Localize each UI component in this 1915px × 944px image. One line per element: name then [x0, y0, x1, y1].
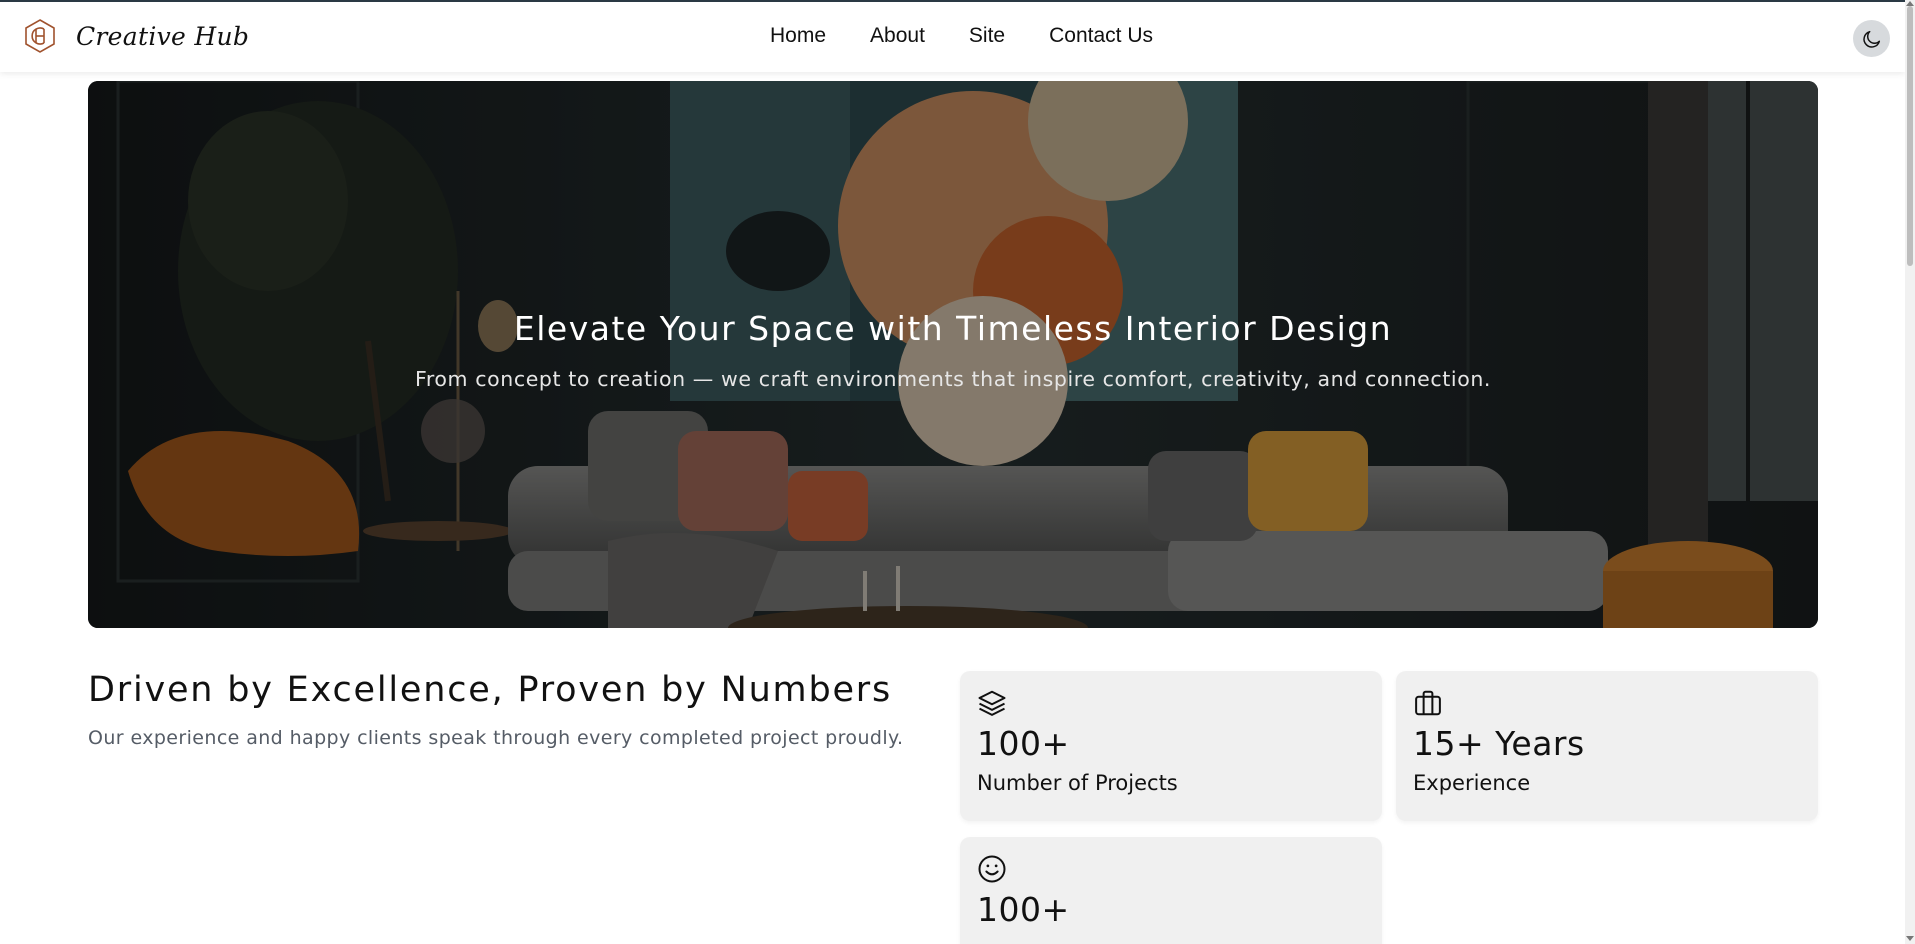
nav-link-home[interactable]: Home	[770, 24, 826, 48]
stat-value: 100+	[977, 890, 1070, 929]
main-nav: Home About Site Contact Us	[770, 24, 1153, 48]
stat-value: 100+	[977, 724, 1070, 763]
hero-subtitle: From concept to creation — we craft envi…	[414, 367, 1492, 391]
hero-title: Elevate Your Space with Timeless Interio…	[513, 309, 1393, 348]
hexagon-logo-icon	[25, 19, 55, 53]
brand-name: Creative Hub	[76, 21, 250, 51]
theme-toggle-button[interactable]	[1853, 20, 1890, 57]
smile-icon	[978, 855, 1006, 883]
page-scrollbar[interactable]	[1905, 0, 1915, 944]
stat-value: 15+ Years	[1413, 724, 1585, 763]
stats-subheading: Our experience and happy clients speak t…	[88, 727, 904, 749]
nav-link-about[interactable]: About	[870, 24, 925, 48]
stat-card-experience: 15+ Years Experience	[1396, 671, 1818, 821]
stat-card-projects: 100+ Number of Projects	[960, 671, 1382, 821]
nav-link-contact[interactable]: Contact Us	[1049, 24, 1153, 48]
hero-banner: Elevate Your Space with Timeless Interio…	[88, 81, 1818, 628]
briefcase-icon	[1415, 690, 1441, 716]
scroll-thumb[interactable]	[1907, 6, 1913, 266]
stat-label: Number of Projects	[977, 771, 1178, 795]
nav-link-site[interactable]: Site	[969, 24, 1005, 48]
moon-icon	[1862, 30, 1880, 48]
layers-icon	[978, 690, 1006, 716]
brand[interactable]: Creative Hub	[22, 18, 249, 54]
living-room-image	[88, 81, 1818, 628]
stat-card-clients: 100+	[960, 837, 1382, 944]
stat-label: Experience	[1413, 771, 1531, 795]
stats-heading: Driven by Excellence, Proven by Numbers	[88, 670, 893, 710]
navbar: Creative Hub Home About Site Contact Us	[0, 2, 1905, 72]
scroll-down-arrow-icon[interactable]	[1906, 936, 1914, 941]
